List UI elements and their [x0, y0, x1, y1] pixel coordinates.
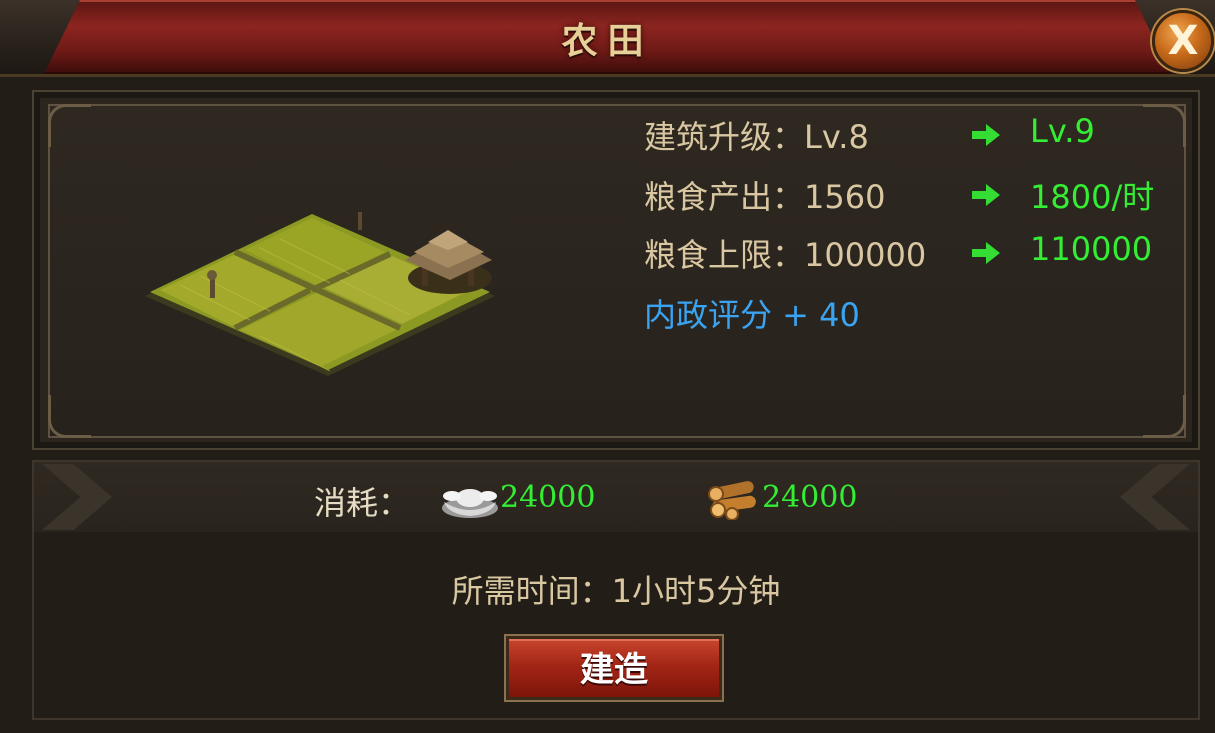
stat-food-cap-current: 100000	[804, 236, 927, 274]
arrow-right-icon	[972, 242, 1000, 264]
frame-corner	[1143, 104, 1186, 147]
stat-level: 建筑升级：Lv.8	[644, 112, 869, 158]
stat-food-cap-label: 粮食上限：	[644, 236, 805, 274]
stat-food-output-current: 1560	[804, 178, 886, 216]
silver-cost-value: 24000	[500, 480, 596, 515]
stat-level-current: Lv.8	[804, 118, 869, 156]
arrow-right-icon	[972, 124, 1000, 146]
close-button[interactable]: X	[1152, 10, 1214, 72]
cost-panel: 消耗： 24000 24000 所需时间：1小时5分钟 建造	[32, 460, 1200, 720]
stat-food-output-label: 粮食产出：	[644, 178, 805, 216]
dialog-title: 农田	[561, 21, 654, 62]
build-button[interactable]: 建造	[506, 636, 722, 700]
build-time: 所需时间：1小时5分钟	[451, 572, 781, 610]
frame-corner	[1143, 395, 1186, 438]
cost-label: 消耗：	[314, 484, 411, 522]
wood-cost-value: 24000	[762, 480, 858, 515]
frame-corner	[48, 395, 91, 438]
wood-logs-icon	[708, 481, 756, 520]
arrow-right-icon	[972, 184, 1000, 206]
chevron-right-ornament	[1120, 464, 1190, 530]
chevron-left-ornament	[42, 464, 112, 530]
title-bar: 农田 X	[0, 0, 1215, 77]
farm-field-image	[145, 212, 495, 376]
frame-corner	[48, 104, 91, 147]
stat-food-cap: 粮食上限：100000	[644, 230, 926, 276]
stat-food-output-next: 1800/时	[1030, 178, 1155, 216]
farm-upgrade-dialog: 农田 X 建筑升级：Lv.8 Lv.9 粮食产出：1560 1800/时 粮食上…	[0, 0, 1215, 733]
silver-ingot-icon	[442, 489, 498, 518]
stat-level-next: Lv.9	[1030, 112, 1095, 150]
stat-food-cap-next: 110000	[1030, 230, 1153, 268]
stat-level-label: 建筑升级：	[644, 118, 805, 156]
cost-band: 消耗： 24000 24000	[34, 462, 1198, 532]
governance-score: 内政评分 + 40	[644, 296, 860, 334]
stat-food-output: 粮食产出：1560	[644, 172, 885, 218]
